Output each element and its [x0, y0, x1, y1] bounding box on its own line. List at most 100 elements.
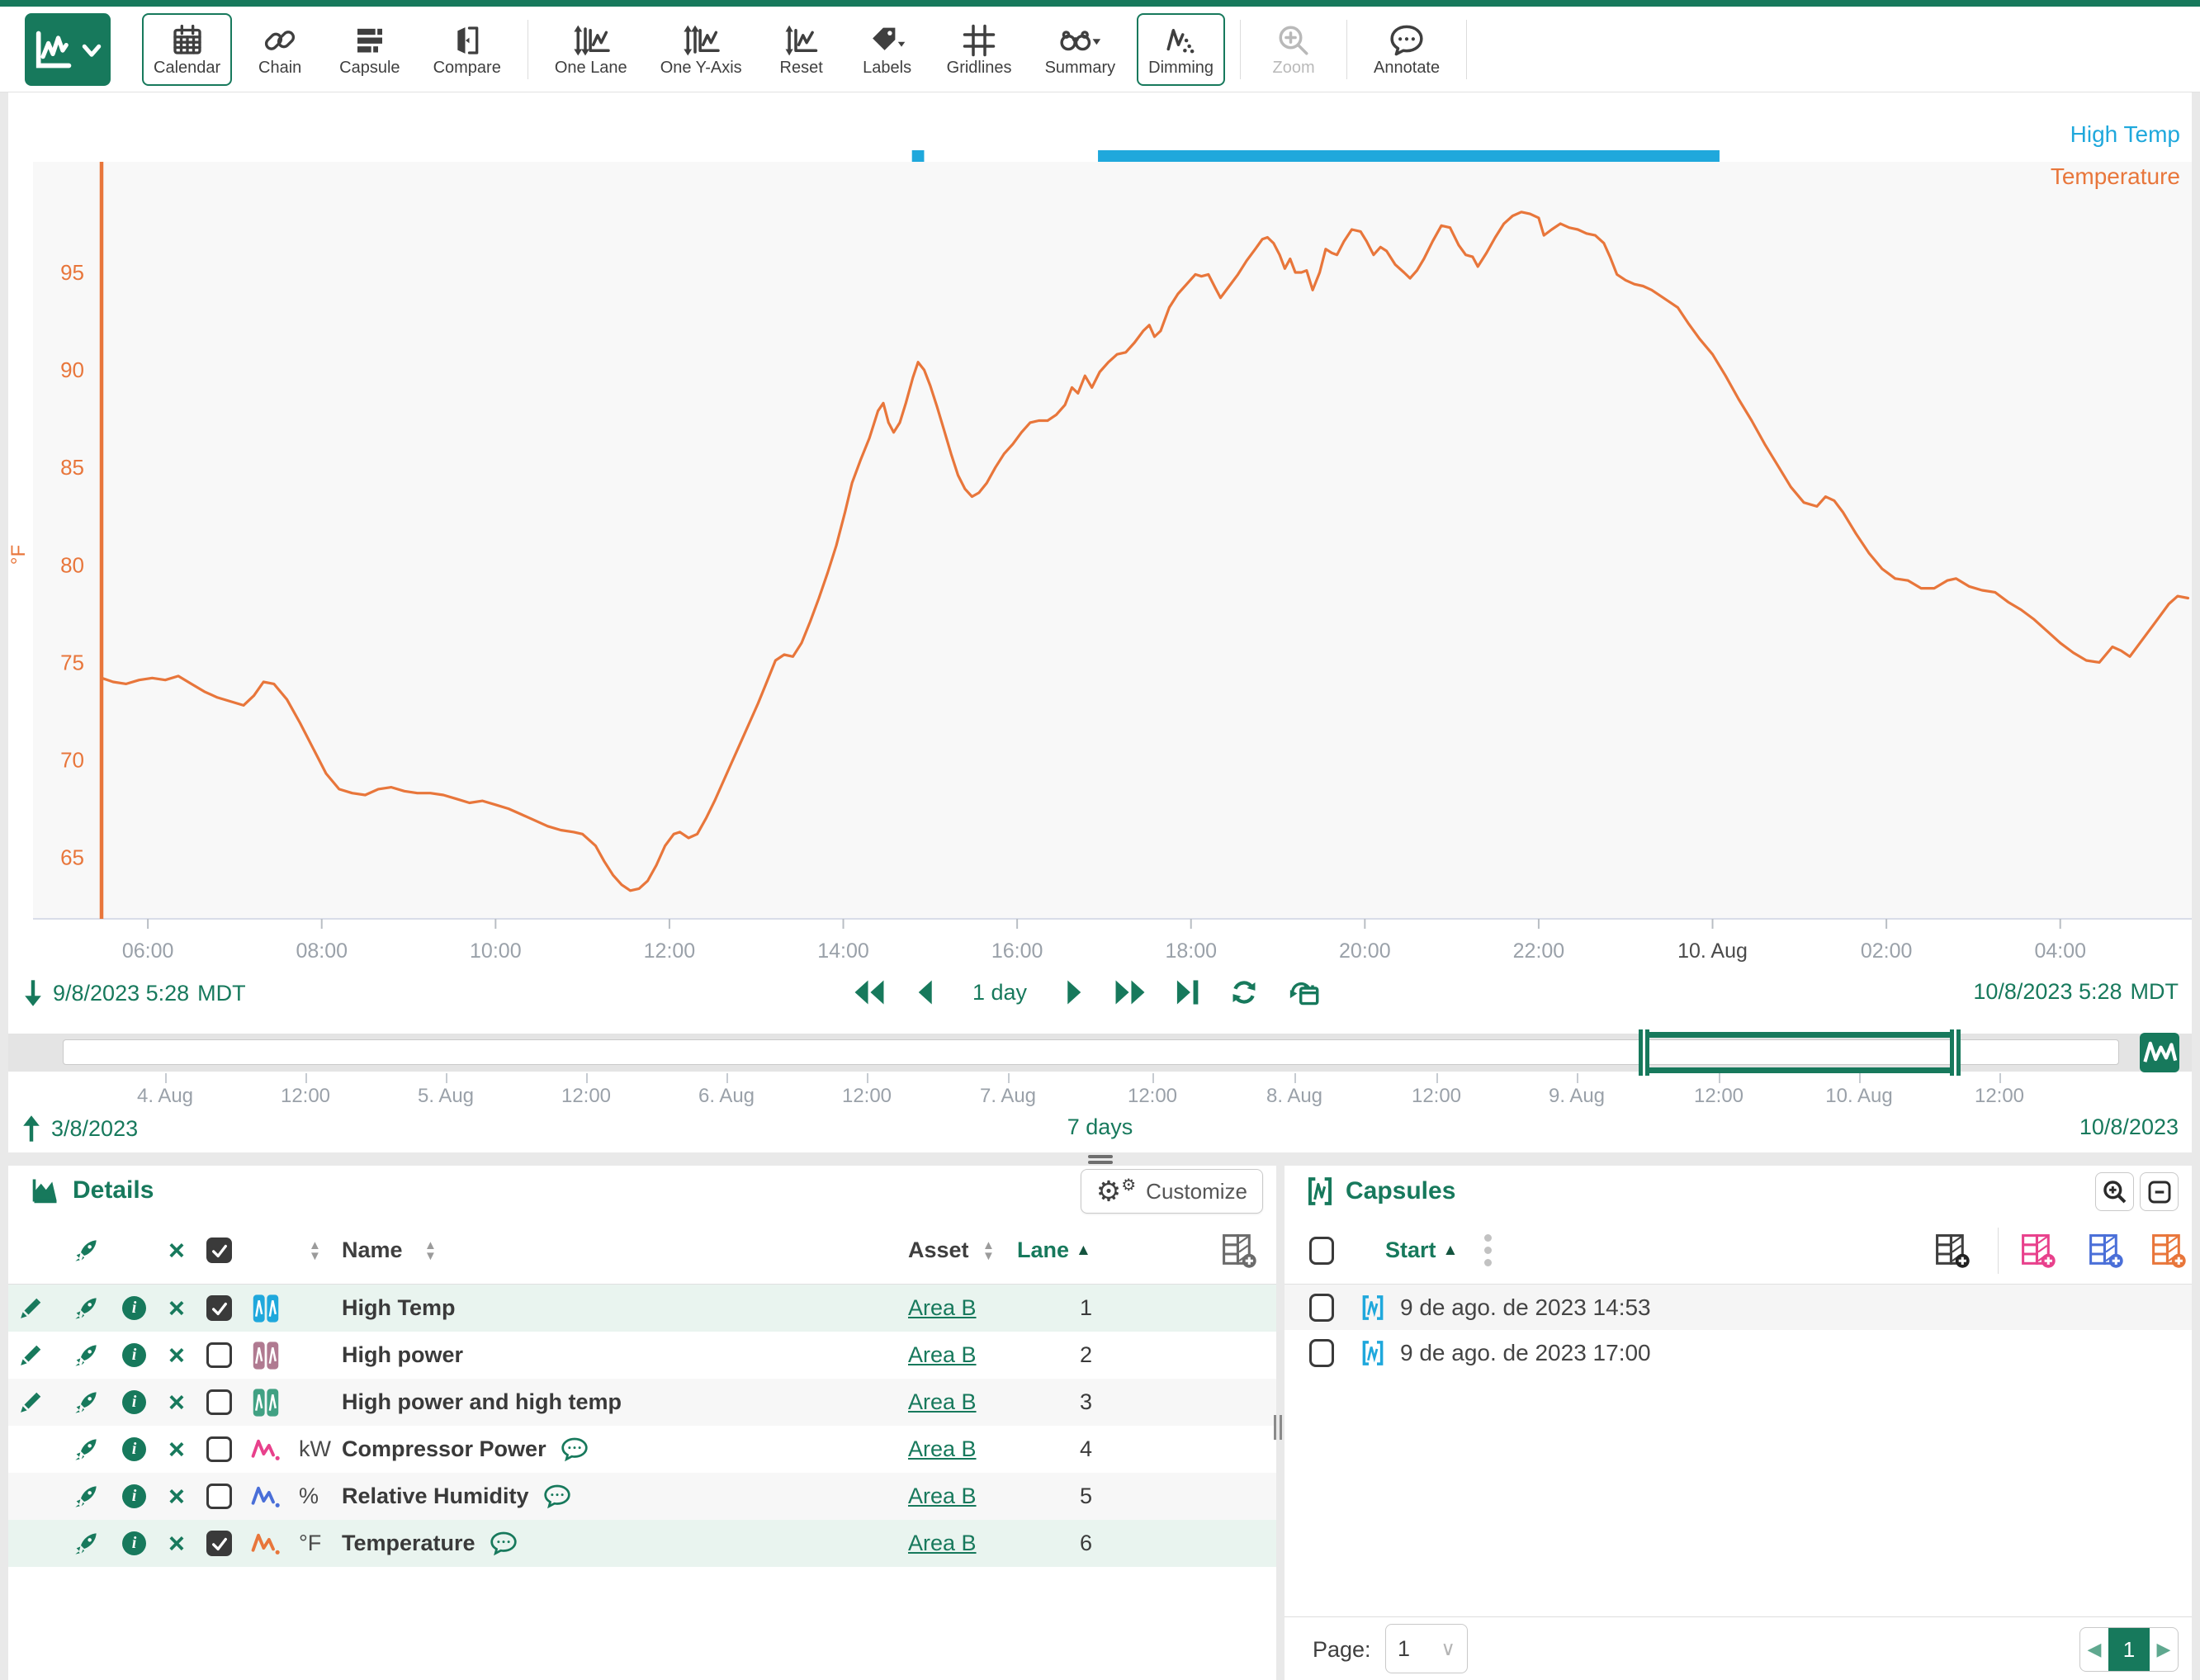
pencil-icon[interactable]: [18, 1343, 43, 1368]
info-icon[interactable]: i: [122, 1484, 146, 1508]
step-back-button[interactable]: [911, 976, 938, 1009]
row-checkbox[interactable]: [206, 1531, 232, 1556]
add-property-column-button[interactable]: [2150, 1217, 2188, 1284]
info-icon[interactable]: i: [122, 1531, 146, 1555]
toolbar-button-gridlines[interactable]: Gridlines: [935, 13, 1024, 86]
rocket-icon[interactable]: [73, 1342, 99, 1369]
capsule-lane-bar[interactable]: [1098, 150, 1720, 162]
horizontal-splitter[interactable]: [0, 1152, 2200, 1166]
toolbar-button-reset[interactable]: Reset: [764, 13, 840, 86]
range-step-label[interactable]: 1 day: [972, 980, 1027, 1006]
capsules-zoom-button[interactable]: [2095, 1172, 2134, 1211]
capsule-lane-bar[interactable]: [912, 150, 925, 162]
asset-link[interactable]: Area B: [908, 1332, 977, 1379]
remove-icon[interactable]: ×: [168, 1294, 185, 1323]
timeline-signal-button[interactable]: [2140, 1033, 2179, 1072]
add-column-button[interactable]: [1933, 1217, 1971, 1284]
details-row-compressor-power[interactable]: i × kW Compressor Power Area B 4: [8, 1426, 1276, 1473]
rocket-icon[interactable]: [73, 1531, 99, 1557]
row-checkbox[interactable]: [206, 1484, 232, 1509]
toolbar-button-annotate[interactable]: Annotate: [1362, 13, 1451, 86]
capsule-row[interactable]: 9 de ago. de 2023 17:00: [1285, 1330, 2192, 1375]
toolbar-button-chain[interactable]: Chain: [242, 13, 318, 86]
toolbar-button-summary[interactable]: Summary: [1034, 13, 1128, 86]
info-icon[interactable]: i: [122, 1343, 146, 1367]
details-row-temperature[interactable]: i × °F Temperature Area B 6: [8, 1520, 1276, 1567]
sort-icon[interactable]: ▲▼: [424, 1240, 437, 1261]
pager-current-page[interactable]: 1: [2108, 1628, 2150, 1671]
remove-icon[interactable]: ×: [168, 1237, 185, 1265]
info-icon[interactable]: i: [122, 1296, 146, 1320]
add-column-icon[interactable]: [2150, 1233, 2188, 1269]
remove-icon[interactable]: ×: [168, 1483, 185, 1511]
pager-next-button[interactable]: ▶: [2150, 1628, 2178, 1671]
comment-bubble-icon[interactable]: [560, 1437, 589, 1462]
row-checkbox[interactable]: [206, 1238, 232, 1263]
info-icon[interactable]: i: [122, 1390, 146, 1414]
asset-link[interactable]: Area B: [908, 1520, 977, 1567]
asset-link[interactable]: Area B: [908, 1426, 977, 1473]
info-icon[interactable]: i: [122, 1437, 146, 1461]
legend-temperature[interactable]: Temperature: [2051, 163, 2180, 189]
add-column-icon[interactable]: [1933, 1233, 1971, 1269]
details-row-high-power-and-high-temp[interactable]: i × High power and high temp Area B 3: [8, 1379, 1276, 1426]
timeline-selection[interactable]: [1641, 1032, 1958, 1073]
rocket-icon[interactable]: [73, 1389, 99, 1416]
customize-button[interactable]: ⚙⚙ Customize: [1081, 1169, 1263, 1214]
details-row-relative-humidity[interactable]: i × % Relative Humidity Area B 5: [8, 1473, 1276, 1520]
step-forward-many-button[interactable]: [1111, 976, 1149, 1009]
trend-view-dropdown-button[interactable]: [25, 13, 111, 86]
refresh-button[interactable]: [1227, 975, 1261, 1010]
capsules-select-all[interactable]: [1309, 1217, 1334, 1284]
toolbar-button-compare[interactable]: Compare: [422, 13, 513, 86]
row-checkbox[interactable]: [1309, 1294, 1334, 1322]
step-back-many-button[interactable]: [850, 976, 888, 1009]
header-select-all[interactable]: [206, 1217, 232, 1284]
add-signal-column-button[interactable]: [2087, 1217, 2125, 1284]
step-to-end-button[interactable]: [1172, 976, 1204, 1009]
toolbar-button-one-lane[interactable]: One Lane: [543, 13, 639, 86]
toolbar-button-dimming[interactable]: Dimming: [1137, 13, 1225, 86]
header-sort[interactable]: ▲▼: [418, 1217, 443, 1284]
header-sort[interactable]: ▲▼: [976, 1217, 1001, 1284]
add-column-icon[interactable]: [2087, 1233, 2125, 1269]
calendar-step-button[interactable]: [1285, 974, 1324, 1010]
display-range-start[interactable]: 9/8/2023 5:28 MDT: [21, 979, 246, 1007]
toolbar-button-calendar[interactable]: Calendar: [142, 13, 232, 86]
add-column-icon[interactable]: [1220, 1233, 1258, 1269]
pencil-icon[interactable]: [18, 1390, 43, 1415]
asset-link[interactable]: Area B: [908, 1285, 977, 1332]
add-condition-column-button[interactable]: [2019, 1217, 2057, 1284]
rocket-icon[interactable]: [73, 1295, 99, 1322]
toolbar-button-one-y-axis[interactable]: One Y-Axis: [649, 13, 754, 86]
details-row-high-temp[interactable]: i × High Temp Area B 1: [8, 1285, 1276, 1332]
comment-bubble-icon[interactable]: [542, 1484, 572, 1509]
pencil-icon[interactable]: [18, 1296, 43, 1321]
selection-left-handle[interactable]: [1639, 1029, 1649, 1076]
plot-background[interactable]: [33, 162, 2200, 919]
row-checkbox[interactable]: [206, 1342, 232, 1368]
remove-icon[interactable]: ×: [168, 1436, 185, 1464]
remove-icon[interactable]: ×: [168, 1342, 185, 1370]
add-column-button[interactable]: [1220, 1217, 1258, 1284]
capsule-row[interactable]: 9 de ago. de 2023 14:53: [1285, 1285, 2192, 1330]
trend-chart[interactable]: High TempTemperature95908580757065°F06:0…: [0, 92, 2200, 968]
details-row-high-power[interactable]: i × High power Area B 2: [8, 1332, 1276, 1379]
asset-link[interactable]: Area B: [908, 1379, 977, 1426]
asset-link[interactable]: Area B: [908, 1473, 977, 1520]
toolbar-button-labels[interactable]: Labels: [849, 13, 925, 86]
vertical-splitter[interactable]: [1272, 1409, 1284, 1446]
header-remove-all[interactable]: ×: [168, 1217, 185, 1284]
display-range-end[interactable]: 10/8/2023 5:28 MDT: [1973, 979, 2179, 1005]
rocket-icon[interactable]: [73, 1436, 99, 1463]
rocket-icon[interactable]: [73, 1238, 99, 1264]
sort-icon[interactable]: ▲▼: [982, 1240, 995, 1261]
column-name[interactable]: Name: [342, 1217, 403, 1284]
sort-icon[interactable]: ▲▼: [309, 1240, 321, 1261]
legend-high-temp[interactable]: High Temp: [2070, 121, 2180, 147]
page-size-select[interactable]: 1 ∨: [1385, 1624, 1468, 1673]
investigate-end-date[interactable]: 10/8/2023: [2079, 1114, 2179, 1140]
header-sort[interactable]: ▲▼: [302, 1217, 328, 1284]
rocket-icon[interactable]: [73, 1484, 99, 1510]
row-checkbox[interactable]: [1309, 1339, 1334, 1367]
